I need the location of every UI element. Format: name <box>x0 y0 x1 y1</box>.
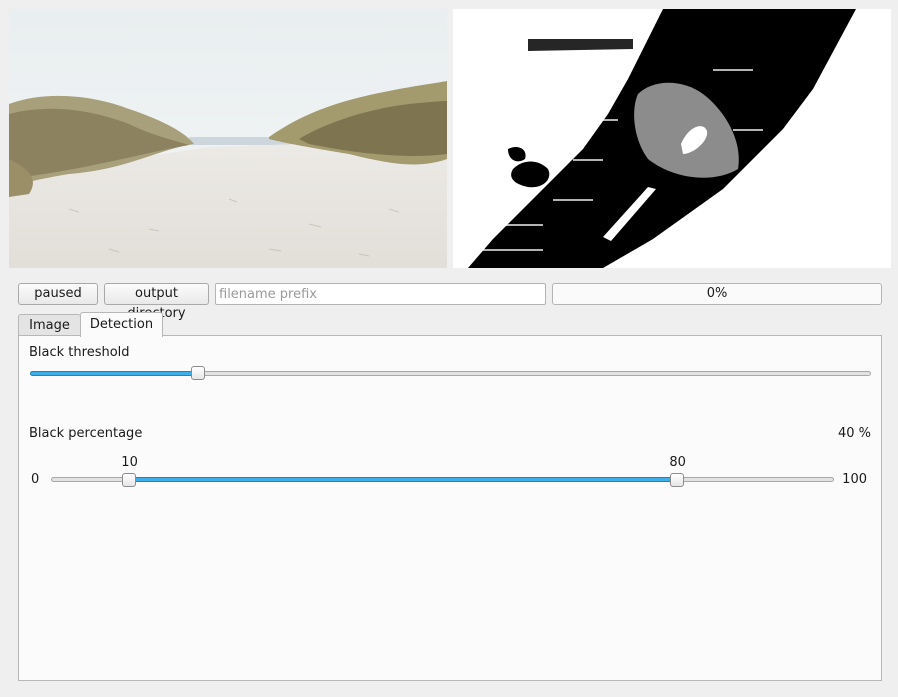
filename-prefix-input[interactable] <box>215 283 546 305</box>
range-min-label: 0 <box>31 472 40 487</box>
black-percentage-value: 40 % <box>837 426 871 441</box>
black-white-mask-image <box>453 9 891 268</box>
range-lower-value-label: 10 <box>121 455 138 470</box>
slider-fill <box>30 371 199 376</box>
threshold-mask-preview <box>453 9 891 268</box>
detection-panel: Black threshold Black percentage 40 % 10… <box>18 335 882 681</box>
black-threshold-label: Black threshold <box>29 345 130 360</box>
black-percentage-label: Black percentage <box>29 426 143 441</box>
progress-text: 0% <box>706 286 728 301</box>
range-lower-handle[interactable] <box>122 473 137 487</box>
camera-preview <box>9 9 447 268</box>
range-fill <box>129 477 678 482</box>
range-max-label: 100 <box>842 472 867 487</box>
output-directory-button[interactable]: output directory <box>104 283 209 321</box>
paused-button[interactable]: paused <box>18 283 98 305</box>
slider-handle[interactable] <box>191 366 206 380</box>
tab-image[interactable]: Image <box>18 314 81 336</box>
progress-bar: 0% <box>552 283 882 305</box>
range-upper-value-label: 80 <box>669 455 686 470</box>
tab-detection[interactable]: Detection <box>80 312 163 337</box>
range-upper-handle[interactable] <box>670 473 685 487</box>
beach-dunes-image <box>9 9 447 268</box>
